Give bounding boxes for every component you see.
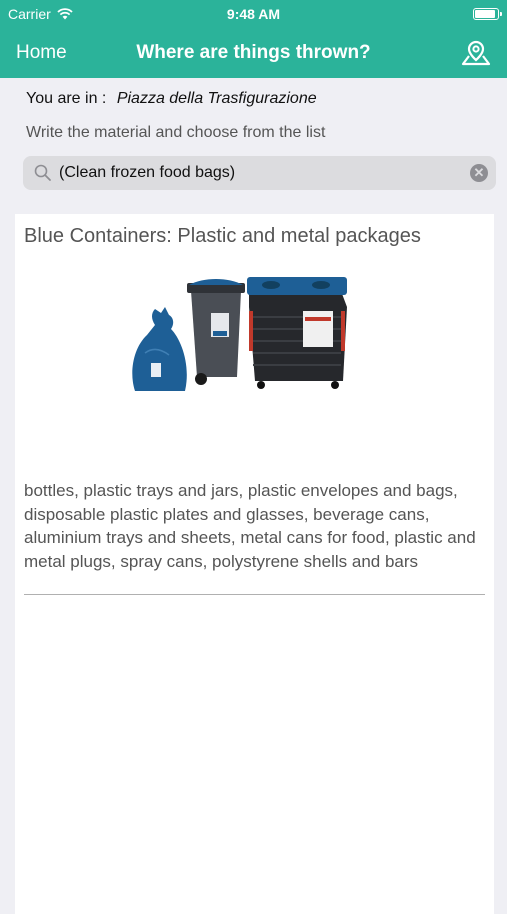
map-button[interactable] (459, 36, 493, 70)
carrier-label: Carrier (8, 6, 51, 22)
search-input[interactable]: (Clean frozen food bags) (59, 164, 470, 182)
navigation-bar: Home Where are things thrown? (0, 28, 507, 78)
divider (24, 594, 485, 595)
map-pin-icon (461, 40, 491, 66)
clear-icon[interactable]: ✕ (470, 164, 488, 182)
status-bar: Carrier 9:48 AM (0, 0, 507, 28)
page-title: Where are things thrown? (136, 42, 371, 63)
result-card[interactable]: Blue Containers: Plastic and metal packa… (15, 214, 494, 914)
location-place: Piazza della Trasfigurazione (116, 90, 317, 107)
search-hint: Write the material and choose from the l… (26, 124, 326, 141)
status-left: Carrier (8, 6, 73, 22)
location-prefix: You are in : (26, 90, 107, 107)
search-field[interactable]: (Clean frozen food bags) ✕ (23, 156, 496, 190)
result-title: Blue Containers: Plastic and metal packa… (24, 225, 421, 247)
blue-containers-illustration (131, 277, 347, 391)
result-description: bottles, plastic trays and jars, plastic… (24, 481, 476, 571)
battery-icon (473, 8, 502, 20)
wifi-icon (57, 8, 73, 20)
location-line: You are in : Piazza della Trasfigurazion… (0, 78, 507, 108)
search-icon (34, 164, 51, 181)
home-button[interactable]: Home (16, 42, 67, 64)
status-time: 9:48 AM (226, 6, 281, 22)
